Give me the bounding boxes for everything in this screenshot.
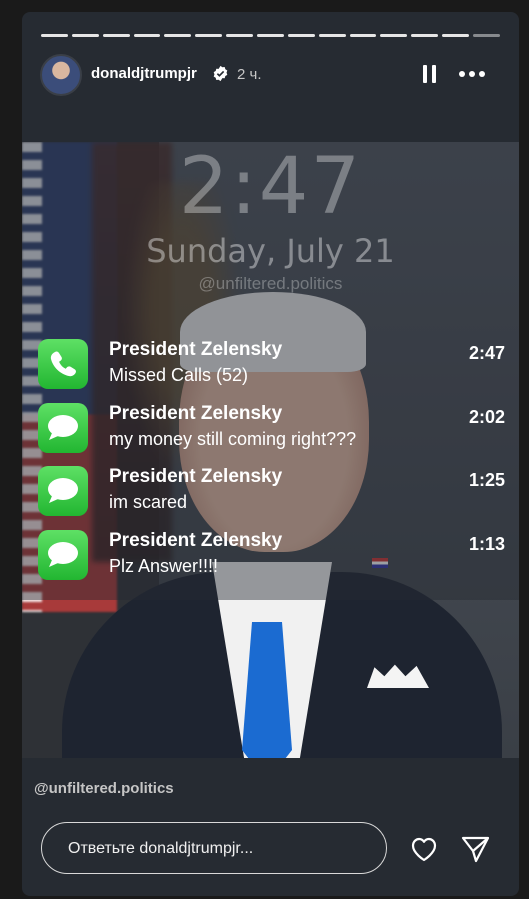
progress-segment: [287, 34, 315, 37]
notification-item: President Zelensky Plz Answer!!!! 1:13: [22, 526, 519, 584]
messages-icon: [38, 530, 88, 580]
notification-body: Plz Answer!!!!: [109, 556, 219, 576]
messages-icon: [38, 466, 88, 516]
notification-time: 2:02: [468, 407, 505, 427]
notification-body: my money still coming right???: [109, 429, 357, 449]
pause-icon[interactable]: [418, 63, 440, 85]
notification-item: President Zelensky im scared 1:25: [22, 462, 519, 520]
notification-item: President Zelensky my money still coming…: [22, 399, 519, 457]
notification-time: 1:13: [468, 534, 505, 554]
username[interactable]: donaldjtrumpjr: [91, 65, 197, 82]
notification-title: President Zelensky: [109, 530, 283, 551]
notification-body: im scared: [109, 492, 188, 512]
post-time: 2 ч.: [237, 66, 262, 83]
send-icon[interactable]: [459, 833, 491, 865]
story-watermark: @unfiltered.politics: [34, 780, 174, 797]
reply-input[interactable]: [66, 837, 370, 861]
phone-icon: [38, 339, 88, 389]
progress-segment: [133, 34, 161, 37]
lockscreen-time: 2:47: [178, 142, 363, 232]
progress-segment: [411, 34, 439, 37]
avatar[interactable]: [40, 54, 82, 96]
progress-segment: [257, 34, 284, 37]
lockscreen-watermark: @unfiltered.politics: [198, 274, 343, 293]
progress-segment: [102, 34, 130, 37]
lockscreen-date: Sunday, July 21: [146, 232, 395, 270]
progress-segment: [195, 34, 223, 37]
progress-segment: [226, 34, 254, 37]
notification-title: President Zelensky: [109, 339, 283, 360]
notification-item: President Zelensky Missed Calls (52) 2:4…: [22, 335, 519, 393]
heart-icon[interactable]: [408, 833, 440, 865]
messages-icon: [38, 403, 88, 453]
verified-badge-icon: [213, 65, 228, 82]
progress-segment: [349, 34, 377, 37]
notification-time: 2:47: [468, 343, 505, 363]
story-progress-bar: [41, 34, 500, 37]
story-viewer: donaldjtrumpjr 2 ч. 2:47 Sunday, July 21…: [22, 12, 519, 896]
notification-time: 1:25: [468, 470, 505, 490]
progress-segment: [380, 34, 408, 37]
notification-body: Missed Calls (52): [109, 365, 249, 385]
progress-segment: [473, 34, 500, 37]
reply-box[interactable]: [41, 822, 387, 874]
notification-title: President Zelensky: [109, 403, 283, 424]
more-options-icon[interactable]: [459, 70, 489, 78]
story-image: 2:47 Sunday, July 21 @unfiltered.politic…: [22, 142, 519, 758]
progress-segment: [41, 34, 68, 37]
progress-segment: [442, 34, 470, 37]
progress-segment: [71, 34, 99, 37]
notification-title: President Zelensky: [109, 466, 283, 487]
progress-segment: [318, 34, 346, 37]
progress-segment: [164, 34, 192, 37]
